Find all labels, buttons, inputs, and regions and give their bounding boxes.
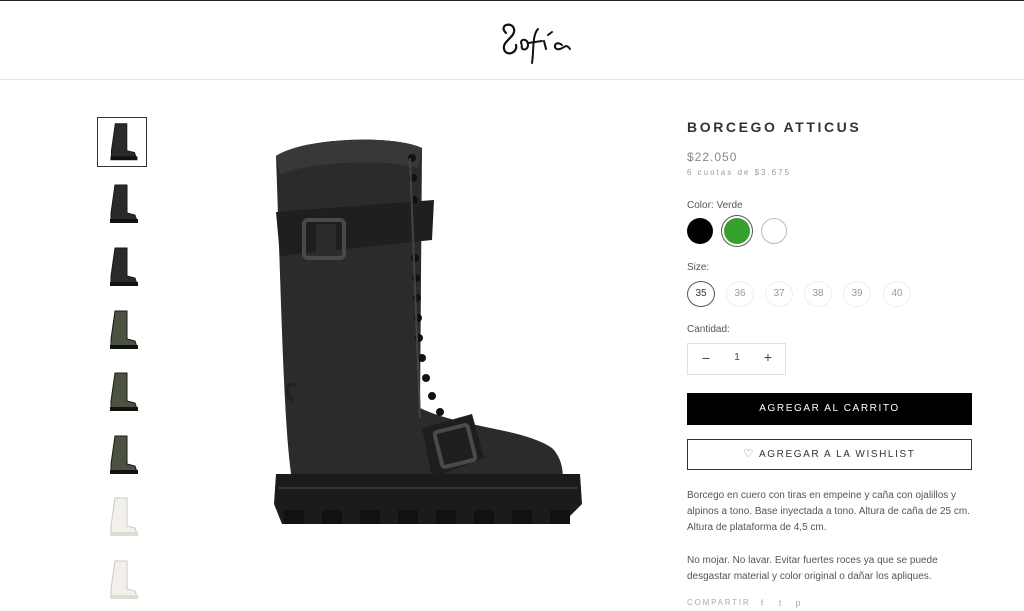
color-label: Color: Verde (687, 200, 743, 211)
product-title: BORCEGO ATTICUS (687, 119, 862, 135)
quantity-value[interactable]: 1 (728, 352, 746, 363)
pinterest-icon[interactable]: p (793, 598, 803, 608)
boot-thumbnail-image (110, 247, 138, 286)
boot-thumbnail-image (110, 372, 138, 411)
increase-quantity-button[interactable]: + (760, 349, 776, 367)
sofia-script-logo-icon (502, 23, 571, 64)
thumb-4[interactable] (97, 305, 147, 355)
size-38-button[interactable]: 38 (804, 281, 832, 307)
quantity-stepper: − 1 + (687, 343, 786, 375)
swatch-fill (761, 218, 787, 244)
care-instructions: No mojar. No lavar. Evitar fuertes roces… (687, 555, 938, 582)
boot-thumbnail-image (110, 497, 138, 536)
site-header (0, 1, 1024, 80)
twitter-icon[interactable]: t (775, 598, 785, 608)
decrease-quantity-button[interactable]: − (698, 350, 714, 368)
size-label: Size: (687, 262, 710, 273)
thumb-2[interactable] (97, 179, 147, 229)
size-35-button[interactable]: 35 (687, 281, 715, 307)
thumb-6[interactable] (97, 430, 147, 480)
installments-text: 6 cuotas de $3.675 (687, 168, 792, 177)
size-36-button[interactable]: 36 (726, 281, 754, 307)
thumb-3[interactable] (97, 242, 147, 292)
thumb-5[interactable] (97, 367, 147, 417)
quantity-label: Cantidad: (687, 324, 730, 335)
size-39-button[interactable]: 39 (843, 281, 871, 307)
heart-icon: ♡ (743, 448, 756, 460)
boot-image (274, 139, 582, 524)
main-product-image[interactable] (262, 128, 592, 538)
color-swatch-blanco[interactable] (761, 218, 787, 244)
swatch-fill (687, 218, 713, 244)
boot-thumbnail-image (110, 310, 138, 349)
boot-thumbnail-image (110, 560, 138, 599)
size-40-button[interactable]: 40 (883, 281, 911, 307)
add-to-cart-button[interactable]: AGREGAR AL CARRITO (687, 393, 972, 425)
thumb-8[interactable] (97, 555, 147, 605)
add-to-wishlist-button[interactable]: ♡ AGREGAR A LA WISHLIST (687, 439, 972, 470)
boot-thumbnail-image (110, 435, 138, 474)
product-description: Borcego en cuero con tiras en empeine y … (687, 490, 970, 533)
boot-thumbnail-image (110, 123, 138, 161)
product-price: $22.050 (687, 150, 738, 164)
sofia-logo[interactable] (492, 15, 576, 69)
thumb-7[interactable] (97, 492, 147, 542)
thumb-1[interactable] (97, 117, 147, 167)
swatch-fill (724, 218, 750, 244)
boot-thumbnail-image (110, 184, 138, 223)
color-swatch-verde[interactable] (724, 218, 750, 244)
facebook-icon[interactable]: f (757, 598, 767, 608)
color-swatch-negro[interactable] (687, 218, 713, 244)
wishlist-label: AGREGAR A LA WISHLIST (759, 449, 916, 460)
share-label: COMPARTIR (687, 598, 751, 607)
size-37-button[interactable]: 37 (765, 281, 793, 307)
